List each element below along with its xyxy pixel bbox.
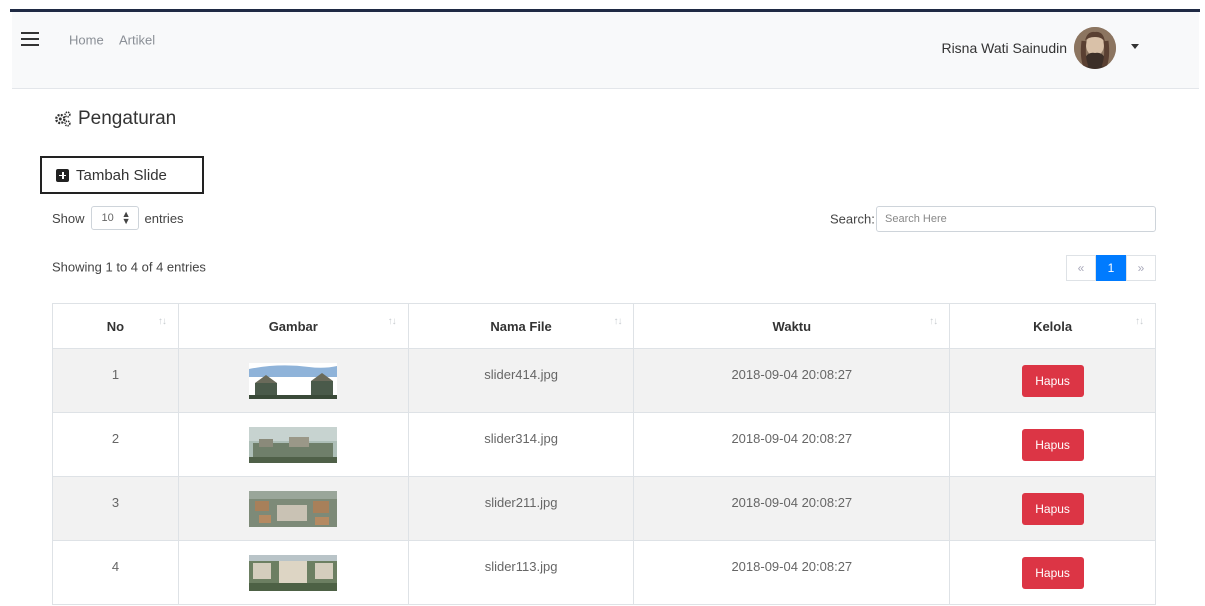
cogs-icon [55, 111, 71, 127]
cell-gambar [177, 540, 409, 605]
page-title-text: Pengaturan [78, 108, 177, 129]
cell-no: 4 [52, 540, 179, 605]
delete-button[interactable]: Hapus [1021, 493, 1084, 525]
sort-icon[interactable]: ↑↓ [613, 316, 622, 327]
column-header-waktu[interactable]: Waktu ↑↓ [633, 303, 951, 349]
sort-icon[interactable]: ↑↓ [388, 316, 397, 327]
entries-label: entries [144, 210, 184, 226]
pagination-next-button[interactable]: » [1126, 255, 1156, 281]
table-info: Showing 1 to 4 of 4 entries [52, 259, 206, 275]
slide-thumbnail [249, 555, 338, 591]
table-row: 3 slider211.jpg 2018-09-04 20:08:27 Hapu… [52, 476, 1156, 541]
column-header-nama-file[interactable]: Nama File ↑↓ [407, 303, 635, 349]
cell-waktu: 2018-09-04 20:08:27 [633, 348, 951, 413]
delete-button[interactable]: Hapus [1021, 365, 1084, 397]
caret-down-icon[interactable] [1131, 44, 1139, 49]
nav-home-link[interactable]: Home [69, 33, 104, 48]
slide-thumbnail [249, 363, 338, 399]
search-input[interactable] [876, 206, 1156, 232]
column-header-no[interactable]: No ↑↓ [52, 303, 179, 349]
entries-select[interactable]: 10 ▲ ▼ [90, 206, 139, 230]
cell-kelola: Hapus [949, 412, 1156, 477]
table-row: 2 slider314.jpg 2018-09-04 20:08:27 Hapu… [52, 412, 1156, 477]
cell-no: 3 [52, 476, 179, 541]
cell-gambar [177, 412, 409, 477]
cell-no: 1 [52, 348, 179, 413]
sort-icon[interactable]: ↑↓ [929, 316, 938, 327]
cell-nama-file: slider113.jpg [407, 540, 635, 605]
pagination-page-1-button[interactable]: 1 [1096, 255, 1126, 281]
add-slide-label: Tambah Slide [76, 166, 167, 184]
plus-square-icon [56, 168, 69, 182]
search-label: Search: [830, 211, 875, 227]
slide-thumbnail [249, 491, 338, 527]
cell-kelola: Hapus [949, 540, 1156, 605]
cell-kelola: Hapus [949, 476, 1156, 541]
cell-nama-file: slider314.jpg [407, 412, 635, 477]
avatar-image [1074, 27, 1116, 69]
cell-gambar [177, 476, 409, 541]
pagination-prev-button[interactable]: « [1066, 255, 1096, 281]
cell-waktu: 2018-09-04 20:08:27 [633, 412, 951, 477]
column-header-kelola[interactable]: Kelola ↑↓ [949, 303, 1156, 349]
cell-nama-file: slider414.jpg [407, 348, 635, 413]
cell-no: 2 [52, 412, 179, 477]
avatar[interactable] [1074, 27, 1116, 69]
nav-artikel-link[interactable]: Artikel [119, 33, 155, 48]
table-row: 1 slider414.jpg 2018-09-04 20:08:27 Hapu… [52, 348, 1156, 413]
hamburger-icon[interactable] [21, 32, 39, 46]
entries-length-control: Show 10 ▲ ▼ entries [52, 206, 184, 230]
delete-button[interactable]: Hapus [1021, 557, 1084, 589]
delete-button[interactable]: Hapus [1021, 429, 1084, 461]
slide-thumbnail [249, 427, 338, 463]
entries-select-value: 10 [101, 212, 114, 224]
user-name[interactable]: Risna Wati Sainudin [941, 40, 1067, 56]
page-title: Pengaturan [54, 108, 176, 130]
add-slide-button[interactable]: Tambah Slide [40, 156, 204, 194]
cell-waktu: 2018-09-04 20:08:27 [633, 476, 951, 541]
table-header-row: No ↑↓ Gambar ↑↓ Nama File ↑↓ Waktu ↑↓ Kelola… [52, 303, 1156, 349]
cell-kelola: Hapus [949, 348, 1156, 413]
slides-table: No ↑↓ Gambar ↑↓ Nama File ↑↓ Waktu ↑↓ Kelola… [52, 303, 1156, 605]
select-arrows-icon: ▲ ▼ [121, 209, 131, 226]
column-header-gambar[interactable]: Gambar ↑↓ [177, 303, 409, 349]
cell-waktu: 2018-09-04 20:08:27 [633, 540, 951, 605]
cell-gambar [177, 348, 409, 413]
show-label: Show [52, 210, 85, 226]
pagination: « 1 » [1066, 255, 1156, 281]
cell-nama-file: slider211.jpg [407, 476, 635, 541]
sort-icon[interactable]: ↑↓ [158, 316, 167, 327]
table-row: 4 slider113.jpg 2018-09-04 20:08:27 Hapu… [52, 540, 1156, 605]
sort-icon[interactable]: ↑↓ [1135, 316, 1144, 327]
